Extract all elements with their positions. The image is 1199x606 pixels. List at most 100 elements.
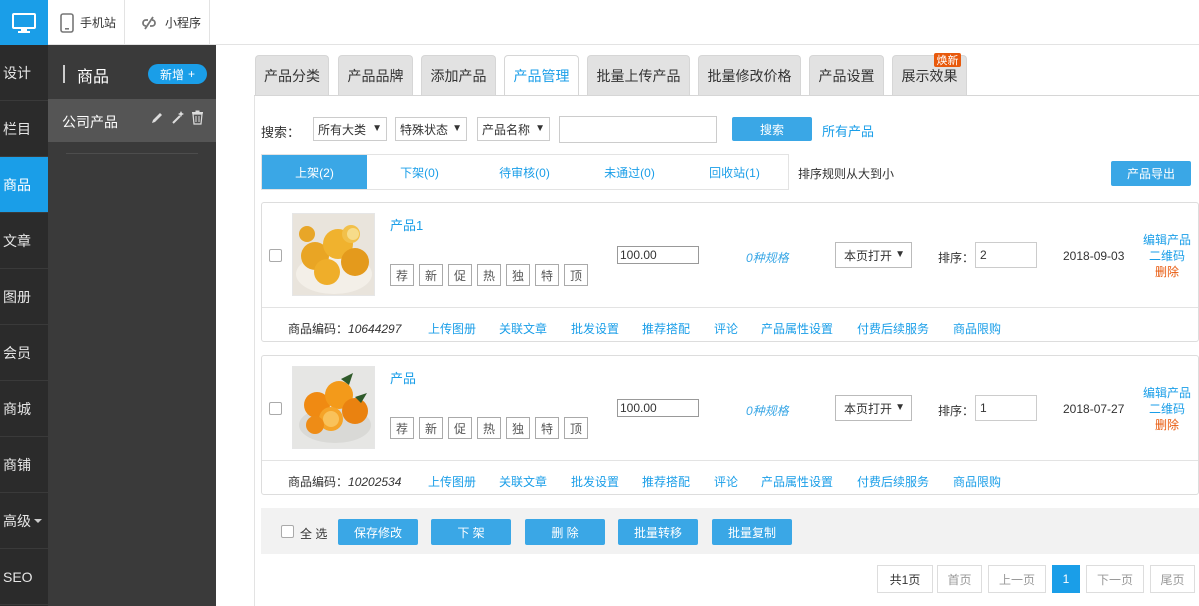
tab-bulk-upload[interactable]: 批量上传产品 xyxy=(587,55,690,95)
nav-item-articles[interactable]: 文章 xyxy=(0,213,48,269)
tag-top-button[interactable]: 顶 xyxy=(564,264,588,286)
sort-input[interactable]: 2 xyxy=(975,242,1037,268)
nav-item-advanced[interactable]: 高级 xyxy=(0,493,48,549)
spec-link[interactable]: 0种规格 xyxy=(746,249,789,266)
tag-top-button[interactable]: 顶 xyxy=(564,417,588,439)
product-name-link[interactable]: 产品 xyxy=(390,368,416,387)
tag-promo-button[interactable]: 促 xyxy=(448,417,472,439)
search-button[interactable]: 搜索 xyxy=(732,117,812,141)
bulk-copy-button[interactable]: 批量复制 xyxy=(712,519,792,545)
status-tab-onshelf[interactable]: 上架(2) xyxy=(262,155,367,189)
status-tab-offshelf[interactable]: 下架(0) xyxy=(367,155,472,189)
tag-exclusive-button[interactable]: 独 xyxy=(506,417,530,439)
edit-product-link[interactable]: 编辑产品 xyxy=(1143,231,1191,248)
tab-add-product[interactable]: 添加产品 xyxy=(421,55,496,95)
pager-first-button[interactable]: 首页 xyxy=(937,565,982,593)
open-mode-select[interactable]: 本页打开 ▼ xyxy=(835,242,912,268)
product-checkbox[interactable] xyxy=(269,249,282,262)
tag-promo-button[interactable]: 促 xyxy=(448,264,472,286)
product-checkbox[interactable] xyxy=(269,402,282,415)
pager-current-page[interactable]: 1 xyxy=(1052,565,1080,593)
paid-service-link[interactable]: 付费后续服务 xyxy=(857,320,929,337)
status-tab-pending[interactable]: 待审核(0) xyxy=(472,155,577,189)
purchase-limit-link[interactable]: 商品限购 xyxy=(953,473,1001,490)
sub-panel: 商品 新增 + 公司产品 xyxy=(48,45,216,606)
recommend-combo-link[interactable]: 推荐搭配 xyxy=(642,320,690,337)
tag-hot-button[interactable]: 热 xyxy=(477,264,501,286)
status-select[interactable]: 特殊状态 ▼ xyxy=(395,117,467,141)
related-articles-link[interactable]: 关联文章 xyxy=(499,320,547,337)
tab-product-management[interactable]: 产品管理 xyxy=(504,55,579,96)
tag-hot-button[interactable]: 热 xyxy=(477,417,501,439)
tag-new-button[interactable]: 新 xyxy=(419,264,443,286)
nav-item-mall[interactable]: 商城 xyxy=(0,381,48,437)
pager-prev-button[interactable]: 上一页 xyxy=(988,565,1046,593)
sub-item-company-products[interactable]: 公司产品 xyxy=(48,99,216,142)
qrcode-link[interactable]: 二维码 xyxy=(1149,247,1185,264)
tag-special-button[interactable]: 特 xyxy=(535,417,559,439)
miniapp-button[interactable]: 小程序 xyxy=(131,0,211,45)
tab-product-category[interactable]: 产品分类 xyxy=(255,55,329,95)
pager-next-button[interactable]: 下一页 xyxy=(1086,565,1144,593)
nav-item-members[interactable]: 会员 xyxy=(0,325,48,381)
nav-item-column[interactable]: 栏目 xyxy=(0,101,48,157)
all-products-link[interactable]: 所有产品 xyxy=(822,121,874,140)
attribute-settings-link[interactable]: 产品属性设置 xyxy=(761,473,833,490)
edit-icon[interactable] xyxy=(150,111,164,125)
nav-item-shops[interactable]: 商铺 xyxy=(0,437,48,493)
tab-bulk-price[interactable]: 批量修改价格 xyxy=(698,55,801,95)
save-changes-button[interactable]: 保存修改 xyxy=(338,519,418,545)
price-input[interactable]: 100.00 xyxy=(617,246,699,264)
edit-product-link[interactable]: 编辑产品 xyxy=(1143,384,1191,401)
tab-product-brand[interactable]: 产品品牌 xyxy=(338,55,413,95)
tag-recommend-button[interactable]: 荐 xyxy=(390,264,414,286)
status-tab-rejected[interactable]: 未通过(0) xyxy=(577,155,682,189)
qrcode-link[interactable]: 二维码 xyxy=(1149,400,1185,417)
upload-album-link[interactable]: 上传图册 xyxy=(428,473,476,490)
category-select[interactable]: 所有大类 ▼ xyxy=(313,117,387,141)
field-select[interactable]: 产品名称 ▼ xyxy=(477,117,550,141)
select-all-label[interactable]: 全 选 xyxy=(300,525,327,542)
spec-link[interactable]: 0种规格 xyxy=(746,402,789,419)
price-input[interactable]: 100.00 xyxy=(617,399,699,417)
paid-service-link[interactable]: 付费后续服务 xyxy=(857,473,929,490)
bulk-transfer-button[interactable]: 批量转移 xyxy=(618,519,698,545)
mobile-site-button[interactable]: 手机站 xyxy=(52,0,126,45)
comments-link[interactable]: 评论 xyxy=(714,320,738,337)
magic-wand-icon[interactable] xyxy=(170,110,185,125)
tag-recommend-button[interactable]: 荐 xyxy=(390,417,414,439)
attribute-settings-link[interactable]: 产品属性设置 xyxy=(761,320,833,337)
upload-album-link[interactable]: 上传图册 xyxy=(428,320,476,337)
product-thumbnail[interactable] xyxy=(292,366,375,449)
status-tab-recycle[interactable]: 回收站(1) xyxy=(682,155,787,189)
open-mode-select[interactable]: 本页打开 ▼ xyxy=(835,395,912,421)
tab-product-settings[interactable]: 产品设置 xyxy=(809,55,884,95)
delete-link[interactable]: 删除 xyxy=(1155,416,1179,433)
product-thumbnail[interactable] xyxy=(292,213,375,296)
nav-item-design[interactable]: 设计 xyxy=(0,45,48,101)
offshelf-button[interactable]: 下 架 xyxy=(431,519,511,545)
related-articles-link[interactable]: 关联文章 xyxy=(499,473,547,490)
select-all-checkbox[interactable] xyxy=(281,525,294,538)
wholesale-settings-link[interactable]: 批发设置 xyxy=(571,320,619,337)
nav-item-seo[interactable]: SEO xyxy=(0,549,48,605)
product-name-link[interactable]: 产品1 xyxy=(390,215,423,234)
search-input[interactable] xyxy=(559,116,717,143)
delete-link[interactable]: 删除 xyxy=(1155,263,1179,280)
tag-exclusive-button[interactable]: 独 xyxy=(506,264,530,286)
nav-item-albums[interactable]: 图册 xyxy=(0,269,48,325)
trash-icon[interactable] xyxy=(191,110,204,125)
tag-new-button[interactable]: 新 xyxy=(419,417,443,439)
sort-input[interactable]: 1 xyxy=(975,395,1037,421)
recommend-combo-link[interactable]: 推荐搭配 xyxy=(642,473,690,490)
comments-link[interactable]: 评论 xyxy=(714,473,738,490)
export-button[interactable]: 产品导出 xyxy=(1111,161,1191,186)
nav-item-products[interactable]: 商品 xyxy=(0,157,48,213)
wholesale-settings-link[interactable]: 批发设置 xyxy=(571,473,619,490)
bulk-delete-button[interactable]: 删 除 xyxy=(525,519,605,545)
pager-last-button[interactable]: 尾页 xyxy=(1150,565,1195,593)
add-new-button[interactable]: 新增 + xyxy=(148,64,207,84)
purchase-limit-link[interactable]: 商品限购 xyxy=(953,320,1001,337)
tag-special-button[interactable]: 特 xyxy=(535,264,559,286)
desktop-icon[interactable] xyxy=(0,0,48,45)
